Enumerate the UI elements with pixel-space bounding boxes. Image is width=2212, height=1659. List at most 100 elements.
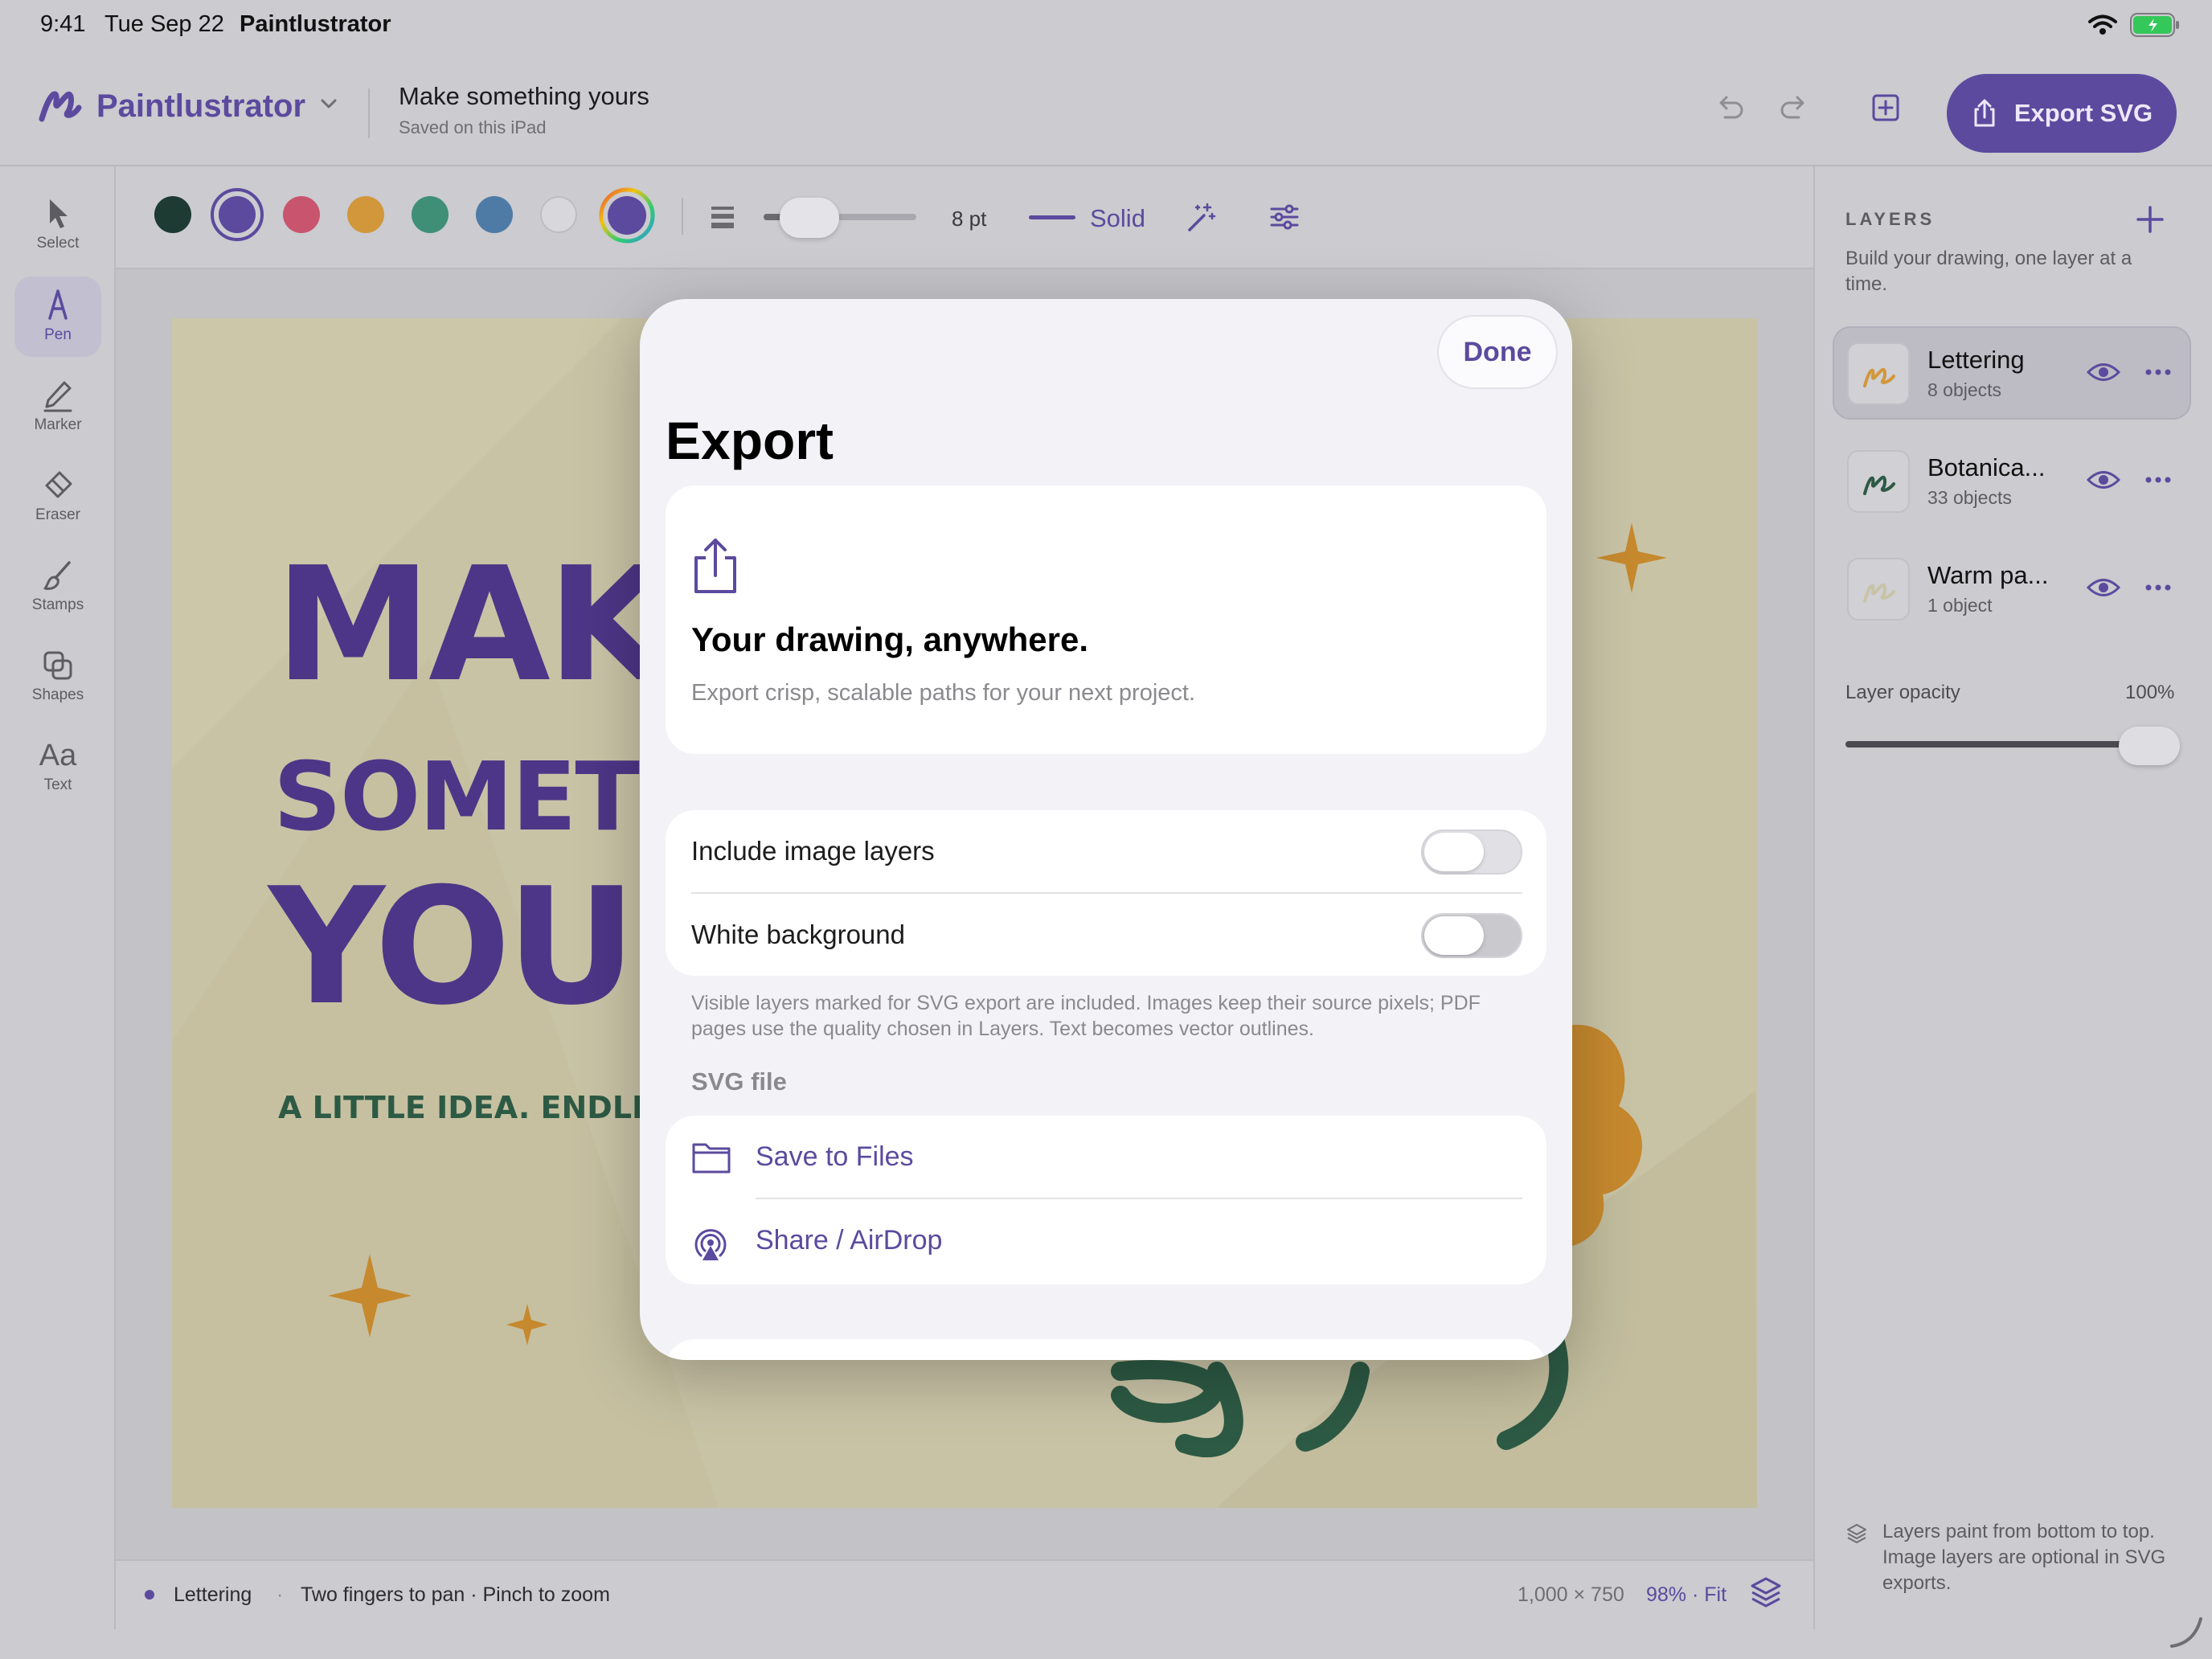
- document-title[interactable]: Make something yours: [399, 82, 649, 111]
- layer-object-count: 8 objects: [1927, 379, 2002, 400]
- more-options-icon[interactable]: [2144, 474, 2172, 485]
- color-swatch[interactable]: [540, 196, 577, 233]
- color-swatch[interactable]: [154, 196, 191, 233]
- export-hero-subtitle: Export crisp, scalable paths for your ne…: [691, 680, 1196, 706]
- export-sheet-title: Export: [666, 411, 834, 470]
- layers-footer-note: Layers paint from bottom to top. Image l…: [1882, 1521, 2166, 1594]
- tool-label: Text: [43, 776, 72, 793]
- tool-marker[interactable]: Marker: [14, 367, 101, 447]
- line-style-sample: [1029, 215, 1075, 219]
- shapes-icon: [43, 651, 72, 680]
- toggle-knob: [1424, 916, 1484, 955]
- active-layer-name: Lettering: [174, 1583, 252, 1606]
- stem-shape: [1296, 1362, 1370, 1452]
- sparkle-icon: [506, 1304, 548, 1346]
- white-background-toggle[interactable]: [1421, 913, 1522, 958]
- layer-name: Warm pa...: [1927, 561, 2049, 589]
- tool-label: Stamps: [31, 596, 84, 613]
- add-page-icon[interactable]: [1870, 92, 1902, 124]
- sparkle-icon: [328, 1254, 412, 1337]
- tool-label: Select: [36, 235, 80, 252]
- color-picker-icon[interactable]: [598, 186, 656, 244]
- row-separator: [691, 892, 1522, 894]
- brush-icon: [43, 561, 71, 590]
- layer-thumbnail: [1847, 450, 1910, 513]
- layer-name: Botanica...: [1927, 453, 2046, 481]
- eraser-icon: [45, 471, 72, 498]
- color-swatch-selected[interactable]: [219, 196, 256, 233]
- folder-icon: [692, 1143, 731, 1174]
- active-layer-dot: [145, 1590, 154, 1600]
- chevron-down-icon[interactable]: [320, 98, 338, 109]
- save-to-files-button[interactable]: Save to Files: [756, 1141, 914, 1173]
- more-options-icon[interactable]: [2144, 582, 2172, 593]
- add-layer-icon[interactable]: [2135, 204, 2165, 235]
- app-brand-menu[interactable]: Paintlustrator: [96, 88, 305, 125]
- layer-object-count: 33 objects: [1927, 487, 2012, 508]
- status-app-name: Paintlustrator: [240, 11, 391, 37]
- color-swatch[interactable]: [283, 196, 320, 233]
- layers-toggle-icon[interactable]: [1749, 1575, 1783, 1609]
- tool-select[interactable]: Select: [14, 185, 101, 265]
- more-options-icon[interactable]: [2144, 367, 2172, 378]
- app-header: Paintlustrator Make something yours Save…: [0, 51, 2212, 166]
- toolbar-divider: [682, 198, 683, 235]
- resize-handle-icon[interactable]: [2165, 1611, 2206, 1651]
- canvas-dimensions: 1,000 × 750: [1518, 1583, 1624, 1606]
- share-airdrop-button[interactable]: Share / AirDrop: [756, 1225, 942, 1256]
- layer-name: Lettering: [1927, 346, 2025, 374]
- visibility-eye-icon[interactable]: [2087, 360, 2120, 384]
- layer-thumb-icon: [1863, 367, 1895, 387]
- visibility-eye-icon[interactable]: [2087, 468, 2120, 492]
- adjustments-icon[interactable]: [1268, 201, 1301, 233]
- white-background-label: White background: [691, 920, 905, 949]
- status-time: 9:41: [40, 11, 86, 37]
- export-svg-button[interactable]: Export SVG: [1947, 74, 2177, 153]
- zoom-level-button[interactable]: 98% · Fit: [1646, 1583, 1727, 1607]
- layers-panel-description: Build your drawing, one layer at a time.: [1845, 248, 2132, 295]
- toggle-knob: [1424, 833, 1484, 871]
- stem-shape: [1111, 1360, 1223, 1423]
- export-footnote: Visible layers marked for SVG export are…: [691, 992, 1481, 1040]
- layer-opacity-value: 100%: [2125, 682, 2175, 703]
- tool-label: Shapes: [31, 686, 84, 703]
- tool-eraser[interactable]: Eraser: [14, 457, 101, 537]
- line-style-button[interactable]: Solid: [1090, 204, 1145, 233]
- header-divider: [368, 88, 370, 138]
- redo-icon[interactable]: [1778, 92, 1810, 124]
- pen-icon: [48, 289, 68, 320]
- layer-opacity-thumb[interactable]: [2119, 727, 2180, 765]
- tool-label: Marker: [34, 416, 82, 433]
- layer-thumb-icon: [1863, 583, 1895, 603]
- app-logo-icon: [39, 91, 82, 122]
- tool-pen[interactable]: Pen: [14, 276, 101, 357]
- layer-object-count: 1 object: [1927, 595, 1993, 616]
- done-button[interactable]: Done: [1437, 315, 1558, 389]
- status-date: Tue Sep 22: [104, 11, 224, 37]
- color-swatch[interactable]: [347, 196, 384, 233]
- tool-shapes[interactable]: Shapes: [14, 637, 101, 717]
- stroke-size-thumb[interactable]: [780, 198, 839, 238]
- row-separator: [756, 1198, 1522, 1199]
- color-swatch[interactable]: [412, 196, 449, 233]
- visibility-eye-icon[interactable]: [2087, 576, 2120, 600]
- stroke-weight-icon[interactable]: [709, 203, 736, 230]
- save-status: Saved on this iPad: [399, 117, 547, 137]
- undo-icon[interactable]: [1714, 92, 1746, 124]
- separator-dot: ·: [276, 1583, 284, 1606]
- svg-file-section-header: SVG file: [691, 1067, 787, 1096]
- export-sheet: Done Export Your drawing, anywhere. Expo…: [640, 299, 1572, 1360]
- wifi-icon: [2088, 14, 2117, 35]
- magic-wand-icon[interactable]: [1185, 201, 1217, 233]
- more-options-card-peek: [666, 1339, 1546, 1360]
- share-icon: [694, 539, 736, 593]
- text-icon: Aa: [39, 739, 77, 772]
- include-image-layers-toggle[interactable]: [1421, 830, 1522, 875]
- color-swatch[interactable]: [476, 196, 513, 233]
- layers-panel-title: LAYERS: [1845, 209, 1936, 229]
- tool-stamps[interactable]: Stamps: [14, 547, 101, 627]
- tool-text[interactable]: Aa Text: [14, 727, 101, 807]
- layers-info-icon: [1847, 1524, 1866, 1543]
- battery-icon: [2130, 13, 2179, 37]
- tool-label: Pen: [44, 326, 72, 343]
